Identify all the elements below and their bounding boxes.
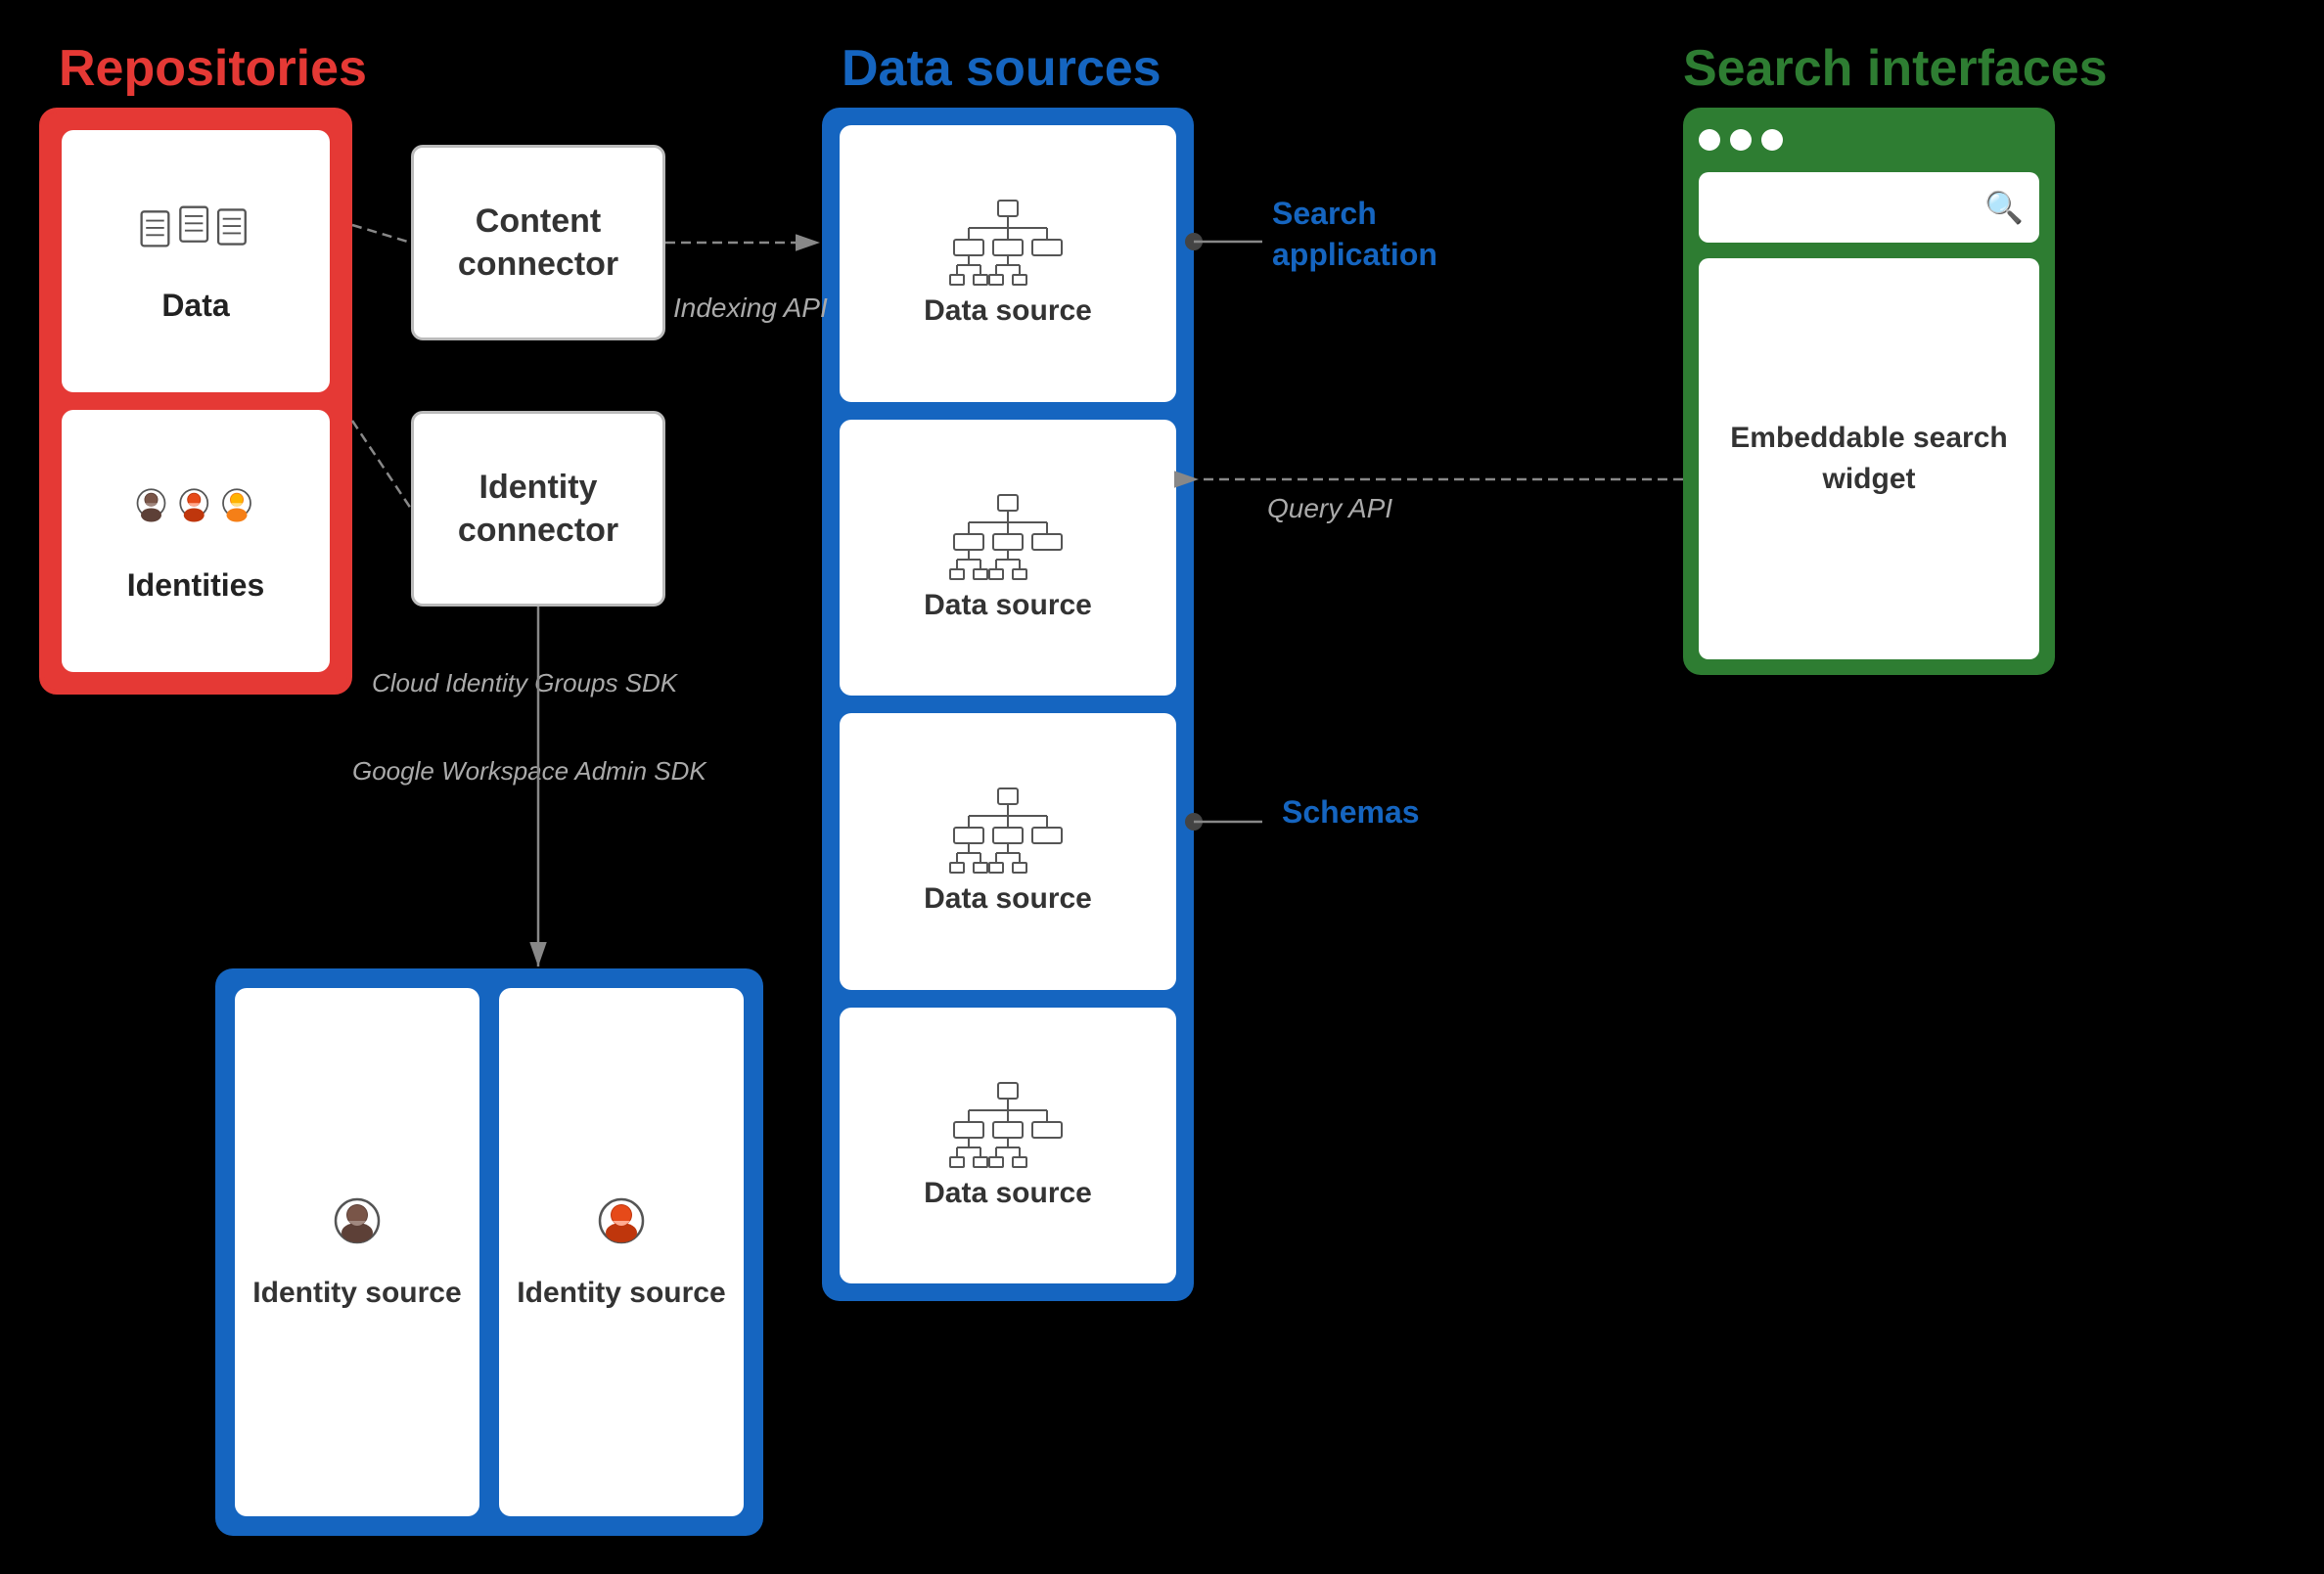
dot-3 <box>1761 129 1783 151</box>
data-repo-box: Data <box>62 130 330 392</box>
search-widget-box: Embeddable search widget <box>1699 258 2039 659</box>
identities-repo-box: Identities <box>62 410 330 672</box>
data-documents-icon <box>137 200 254 278</box>
tree-icon-3 <box>949 787 1067 875</box>
identity-sources-container: Identity source Identity source <box>215 968 763 1536</box>
google-workspace-label: Google Workspace Admin SDK <box>352 753 706 788</box>
datasources-label: Data sources <box>842 39 1162 98</box>
identity-connector-box: Identity connector <box>411 411 665 607</box>
data-source-box-2: Data source <box>840 420 1176 697</box>
data-source-label-4: Data source <box>924 1177 1092 1210</box>
tree-icon-4 <box>949 1081 1067 1169</box>
tree-icon-2 <box>949 493 1067 581</box>
search-container: 🔍 Embeddable search widget <box>1683 108 2055 675</box>
searchinterfaces-label: Search interfaces <box>1683 39 2108 98</box>
repositories-label: Repositories <box>59 39 367 98</box>
data-source-label-2: Data source <box>924 589 1092 622</box>
data-source-box-4: Data source <box>840 1008 1176 1284</box>
repositories-container: Data <box>39 108 352 695</box>
identity-source-label-1: Identity source <box>252 1274 461 1312</box>
dot-2 <box>1730 129 1752 151</box>
identity-source-icon-1 <box>313 1193 401 1262</box>
identity-source-label-2: Identity source <box>517 1274 725 1312</box>
content-connector-box: Content connector <box>411 145 665 340</box>
schemas-label: Schemas <box>1282 792 1420 833</box>
data-source-label-1: Data source <box>924 294 1092 328</box>
indexing-api-label: Indexing API <box>673 289 828 327</box>
identity-source-icon-2 <box>577 1193 665 1262</box>
datasources-container: Data source <box>822 108 1194 1301</box>
cloud-identity-label: Cloud Identity Groups SDK <box>372 665 677 700</box>
data-source-label-3: Data source <box>924 882 1092 916</box>
search-top-bar <box>1699 123 2039 157</box>
dot-1 <box>1699 129 1720 151</box>
search-input-area[interactable]: 🔍 <box>1699 172 2039 243</box>
identities-repo-label: Identities <box>127 567 264 604</box>
data-repo-label: Data <box>161 288 229 324</box>
diagram-container: Repositories Data sources Search interfa… <box>0 0 2324 1574</box>
query-api-label: Query API <box>1267 489 1392 527</box>
content-connector-label: Content connector <box>414 200 662 286</box>
search-icon: 🔍 <box>1984 189 2024 226</box>
search-widget-label: Embeddable search widget <box>1699 418 2039 500</box>
identity-source-box-1: Identity source <box>235 988 479 1516</box>
identity-connector-label: Identity connector <box>414 466 662 552</box>
identity-source-box-2: Identity source <box>499 988 744 1516</box>
data-source-box-3: Data source <box>840 713 1176 990</box>
data-source-box-1: Data source <box>840 125 1176 402</box>
identities-icon <box>127 479 264 558</box>
tree-icon-1 <box>949 199 1067 287</box>
search-application-label: Search application <box>1272 194 1437 275</box>
